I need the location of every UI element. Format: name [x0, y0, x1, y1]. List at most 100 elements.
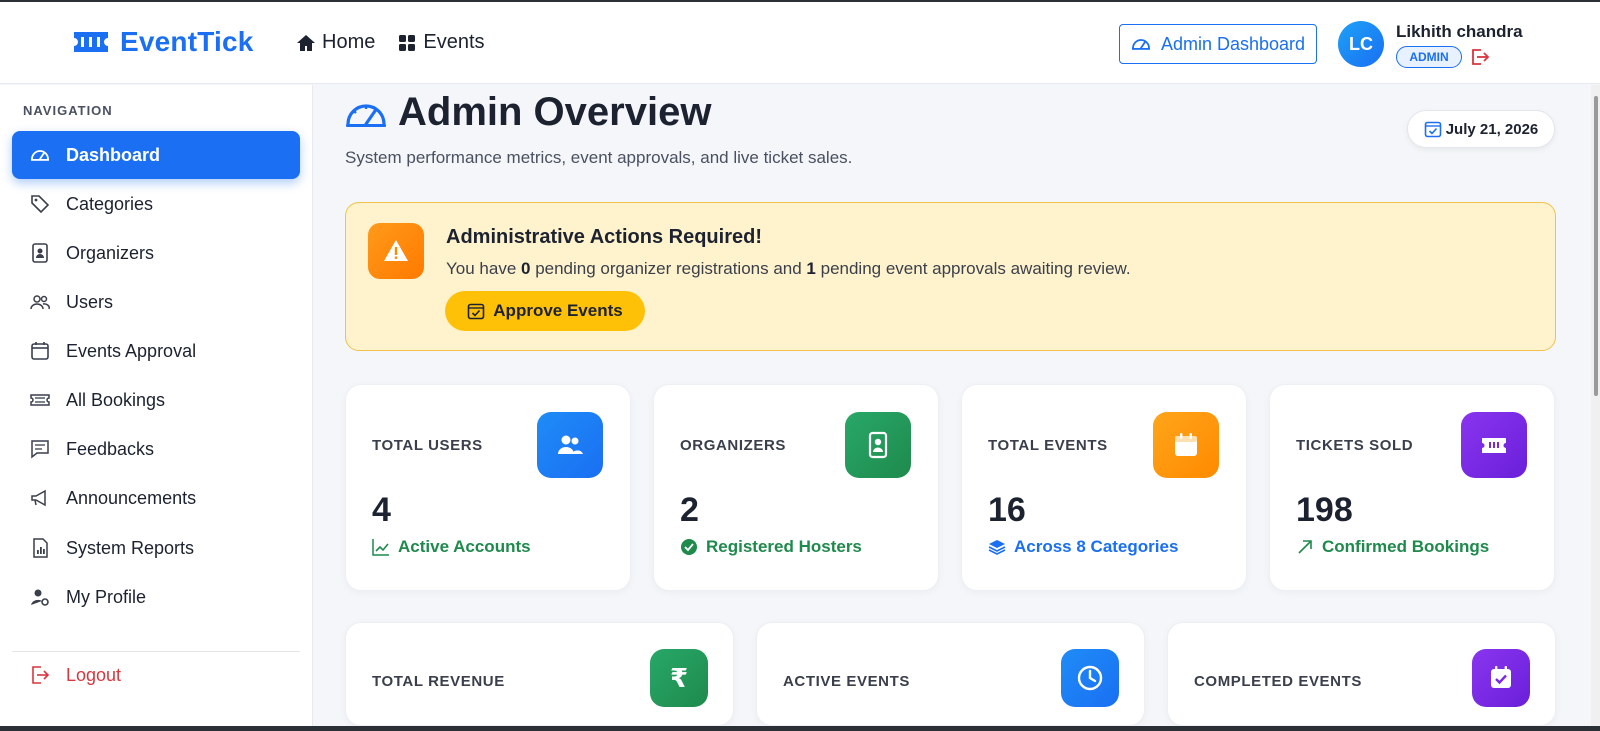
page-title: Admin Overview	[398, 90, 712, 134]
stat-sub-label: Across 8 Categories	[1014, 537, 1179, 556]
home-icon	[297, 34, 315, 51]
sidebar-item-label: Organizers	[66, 242, 155, 263]
sidebar-item-feedbacks[interactable]: Feedbacks	[12, 425, 300, 473]
top-nav: Home Events	[296, 31, 485, 54]
approve-events-button[interactable]: Approve Events	[445, 291, 645, 331]
sidebar: NAVIGATION Dashboard Categories Organize…	[0, 85, 313, 726]
sidebar-item-organizers[interactable]: Organizers	[12, 229, 300, 277]
trend-up-icon	[372, 539, 389, 556]
stat-card-total-events[interactable]: TOTAL EVENTS 16 Across 8 Categories	[961, 384, 1247, 591]
sidebar-item-users[interactable]: Users	[12, 278, 300, 326]
sidebar-item-label: System Reports	[66, 537, 195, 558]
layers-icon	[988, 540, 1006, 555]
scrollbar-thumb[interactable]	[1594, 96, 1598, 396]
stat-label: TOTAL EVENTS	[988, 437, 1108, 454]
sidebar-item-events-approval[interactable]: Events Approval	[12, 327, 300, 375]
sidebar-item-all-bookings[interactable]: All Bookings	[12, 376, 300, 424]
admin-dashboard-label: Admin Dashboard	[1160, 33, 1306, 54]
stat-card-active-events[interactable]: ACTIVE EVENTS	[756, 622, 1145, 726]
sidebar-item-label: Dashboard	[66, 144, 161, 165]
window-bottom-edge	[0, 726, 1600, 731]
rupee-icon: ₹	[669, 662, 689, 693]
stat-card-tickets-sold[interactable]: TICKETS SOLD 198 Confirmed Bookings	[1269, 384, 1555, 591]
tag-icon	[31, 195, 50, 214]
sidebar-item-label: Logout	[66, 664, 122, 685]
alert-icon-box	[368, 223, 424, 279]
stat-sub: Confirmed Bookings	[1296, 537, 1489, 557]
stat-label: COMPLETED EVENTS	[1194, 673, 1362, 690]
user-avatar[interactable]: LC	[1338, 21, 1384, 67]
stat-label: TOTAL REVENUE	[372, 673, 505, 690]
calendar-check-icon	[467, 303, 485, 320]
stat-sub: Across 8 Categories	[988, 537, 1178, 557]
stat-sub-label: Active Accounts	[398, 537, 531, 556]
pending-events-count: 1	[806, 259, 816, 278]
stat-sub: Registered Hosters	[680, 537, 862, 557]
role-badge: ADMIN	[1396, 46, 1462, 68]
stat-value: 198	[1296, 491, 1353, 529]
calendar-icon	[1175, 433, 1197, 456]
alert-message: You have 0 pending organizer registratio…	[446, 259, 1131, 279]
stat-sub-label: Confirmed Bookings	[1322, 537, 1490, 556]
stat-icon-box	[1061, 649, 1119, 707]
stat-label: TOTAL USERS	[372, 437, 483, 454]
admin-dashboard-button[interactable]: Admin Dashboard	[1119, 24, 1317, 64]
logout-icon	[32, 666, 50, 684]
alert-text-prefix: You have	[446, 259, 521, 278]
stat-card-total-revenue[interactable]: TOTAL REVENUE ₹	[345, 622, 734, 726]
nav-events-link[interactable]: Events	[397, 31, 485, 54]
badge-icon	[868, 431, 888, 459]
arrow-up-right-icon	[1298, 540, 1312, 554]
nav-home-label: Home	[322, 31, 376, 53]
sidebar-item-system-reports[interactable]: System Reports	[12, 524, 300, 572]
speedometer-icon	[1131, 39, 1150, 50]
nav-events-label: Events	[423, 31, 485, 53]
users-icon	[30, 295, 50, 310]
alert-title: Administrative Actions Required!	[446, 226, 762, 248]
stat-value: 16	[988, 491, 1026, 529]
nav-home-link[interactable]: Home	[296, 31, 375, 54]
alert-text-middle: pending organizer registrations and	[530, 259, 807, 278]
stat-sub-label: Registered Hosters	[706, 537, 862, 556]
brand-name: EventTick	[120, 26, 254, 57]
calendar-check-icon	[1424, 121, 1442, 138]
chat-icon	[31, 440, 49, 459]
sidebar-item-label: Users	[66, 291, 114, 312]
stat-icon-box	[537, 412, 603, 478]
date-badge: July 21, 2026	[1407, 110, 1555, 148]
stat-icon-box	[1153, 412, 1219, 478]
sidebar-item-announcements[interactable]: Announcements	[12, 474, 300, 522]
grid-icon	[399, 34, 416, 51]
sidebar-item-label: Feedbacks	[66, 438, 155, 459]
page-subtitle: System performance metrics, event approv…	[345, 148, 853, 167]
sidebar-item-label: My Profile	[66, 586, 147, 607]
sidebar-item-dashboard[interactable]: Dashboard	[12, 131, 300, 179]
stat-sub: Active Accounts	[372, 537, 531, 557]
users-icon	[558, 435, 583, 454]
approve-events-label: Approve Events	[493, 301, 623, 320]
ticket-logo-icon	[74, 32, 108, 52]
user-gear-icon	[31, 589, 49, 606]
user-name: Likhith chandra	[1396, 22, 1523, 41]
admin-alert: Administrative Actions Required! You hav…	[345, 202, 1556, 351]
calendar-check-icon	[1491, 666, 1511, 688]
stat-label: ACTIVE EVENTS	[783, 673, 910, 690]
sidebar-item-logout[interactable]: Logout	[12, 651, 300, 699]
sidebar-item-label: All Bookings	[66, 389, 166, 410]
stat-label: ORGANIZERS	[680, 437, 787, 454]
stat-card-organizers[interactable]: ORGANIZERS 2 Registered Hosters	[653, 384, 939, 591]
calendar-icon	[31, 342, 49, 360]
ticket-icon	[30, 394, 50, 406]
stat-card-completed-events[interactable]: COMPLETED EVENTS	[1167, 622, 1556, 726]
brand-logo[interactable]: EventTick	[72, 26, 254, 58]
sidebar-item-categories[interactable]: Categories	[12, 180, 300, 228]
check-circle-icon	[681, 539, 697, 555]
stat-value: 4	[372, 491, 391, 529]
sidebar-item-my-profile[interactable]: My Profile	[12, 573, 300, 621]
stat-card-total-users[interactable]: TOTAL USERS 4 Active Accounts	[345, 384, 631, 591]
speedometer-icon	[31, 150, 49, 161]
stat-value: 2	[680, 491, 699, 529]
logout-icon[interactable]	[1470, 48, 1490, 66]
sidebar-item-label: Announcements	[66, 487, 197, 508]
speedometer-icon	[346, 104, 386, 127]
